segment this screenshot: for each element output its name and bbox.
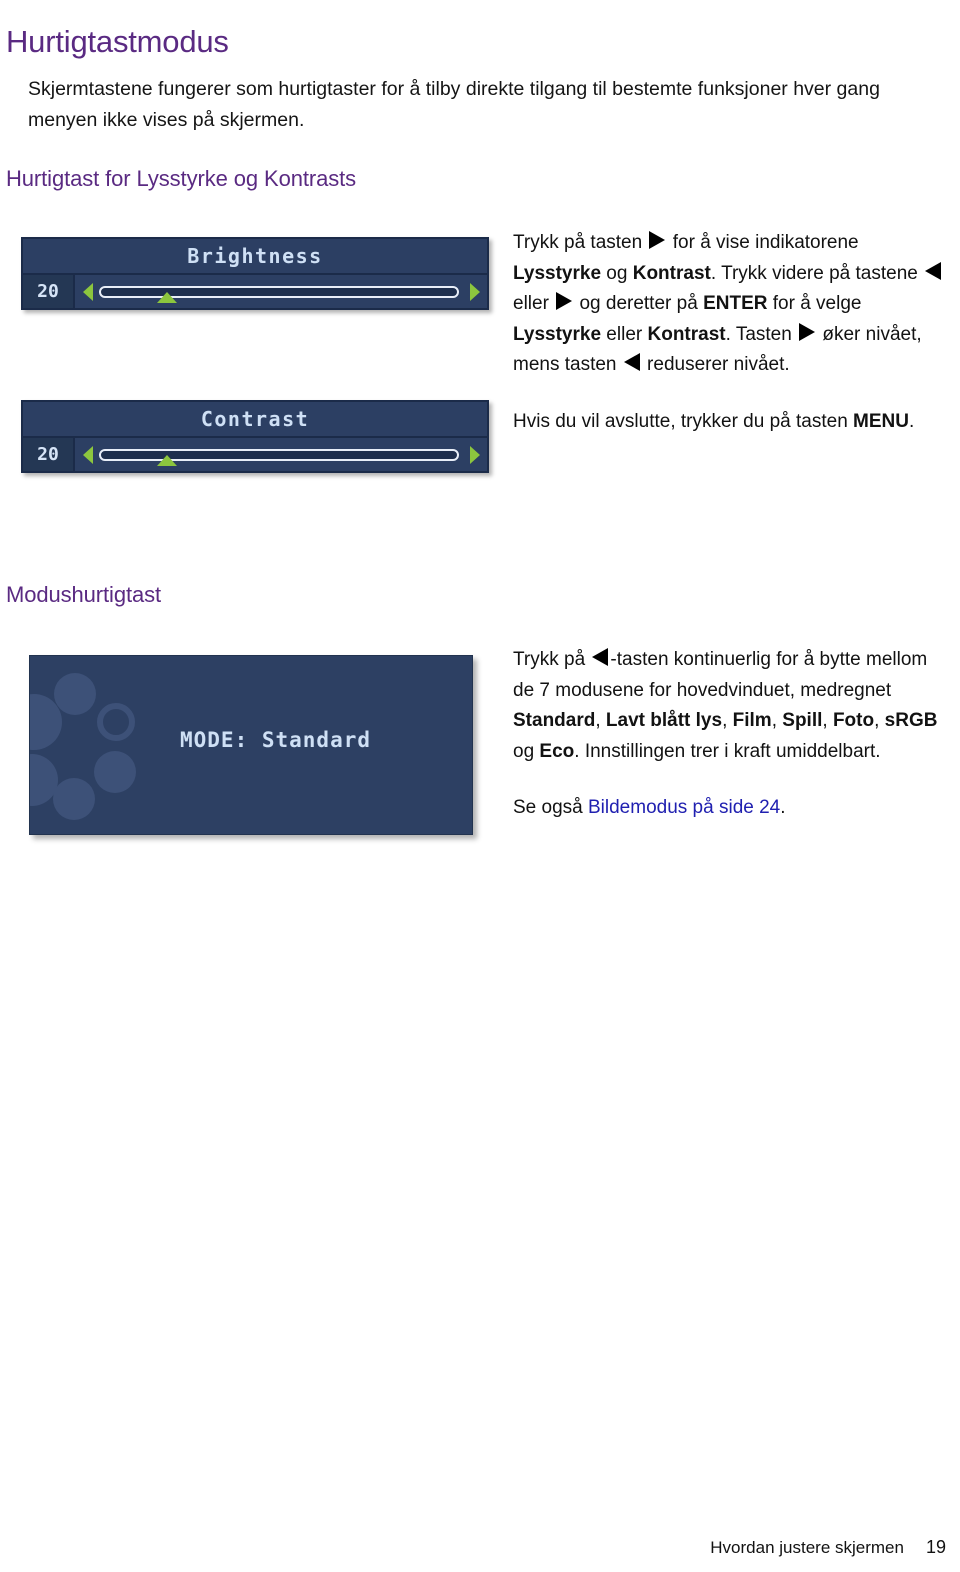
text-run-bold: Eco <box>539 740 575 762</box>
text-run-bold: Lysstyrke <box>513 323 602 345</box>
triangle-right-icon[interactable] <box>470 446 480 464</box>
decorative-circle <box>53 778 95 820</box>
paragraph: Hvis du vil avslutte, trykker du på tast… <box>513 407 945 438</box>
text-run-bold: Standard <box>513 710 596 731</box>
section-heading-mode-hotkey: Modushurtigtast <box>6 582 162 608</box>
text-run: . Tasten <box>725 323 798 345</box>
text-run: for å velge <box>767 293 862 314</box>
footer-chapter-title: Hvordan justere skjermen <box>710 1538 904 1557</box>
osd-panel-contrast: Contrast 20 <box>21 400 489 473</box>
text-run: og <box>513 740 540 762</box>
text-run: , <box>874 710 885 731</box>
text-run: og <box>601 262 633 284</box>
osd-value-row: 20 <box>23 275 487 308</box>
triangle-right-icon <box>799 322 816 341</box>
text-run: . Trykk videre på tastene <box>710 262 924 284</box>
text-run-bold: MENU <box>853 410 909 432</box>
triangle-left-icon <box>925 261 942 280</box>
text-run: . Innstillingen trer i kraft umiddelbart… <box>574 740 881 762</box>
triangle-right-icon <box>556 292 573 310</box>
body-copy-mode-hotkey: Trykk på -tasten kontinuerlig for å bytt… <box>513 645 947 824</box>
osd-panel-mode: MODE: Standard <box>29 655 473 835</box>
text-run-bold: Lavt blått lys <box>605 710 723 731</box>
section-heading-brightness-contrast: Hurtigtast for Lysstyrke og Kontrasts <box>6 166 357 192</box>
text-run: eller <box>601 323 648 345</box>
osd-slider-track-contrast[interactable] <box>99 449 459 461</box>
decorative-circle-outline <box>97 703 135 741</box>
osd-title-contrast: Contrast <box>200 407 310 431</box>
text-run: for å vise indikatorene <box>667 232 859 253</box>
osd-value-contrast: 20 <box>23 438 75 471</box>
text-run-bold: Kontrast <box>647 323 726 345</box>
osd-slider-track-brightness[interactable] <box>99 286 459 298</box>
paragraph: Trykk på tasten for å vise indikatorene … <box>513 228 945 381</box>
triangle-right-icon[interactable] <box>470 283 480 301</box>
text-run-bold: Lysstyrke <box>513 262 602 284</box>
text-run: og deretter på <box>574 293 704 314</box>
triangle-left-icon <box>623 353 640 371</box>
osd-panel-brightness: Brightness 20 <box>21 237 489 310</box>
text-run: . <box>909 410 915 432</box>
text-run: reduserer nivået. <box>641 354 790 375</box>
text-run-bold: Film <box>732 710 772 731</box>
cross-reference-link[interactable]: Bildemodus på side 24 <box>588 797 780 818</box>
triangle-left-icon[interactable] <box>83 446 93 464</box>
text-run: , <box>771 710 783 731</box>
footer-page-number: 19 <box>925 1537 946 1557</box>
osd-title-brightness: Brightness <box>187 244 323 268</box>
document-page: Hurtigtastmodus Skjermtastene fungerer s… <box>0 0 960 1572</box>
page-title: Hurtigtastmodus <box>6 23 229 59</box>
decorative-circle <box>54 673 96 715</box>
paragraph: Se også Bildemodus på side 24. <box>513 793 947 824</box>
text-run: . <box>780 797 786 818</box>
text-run: , <box>822 710 833 731</box>
osd-mode-label: MODE: Standard <box>180 728 372 752</box>
text-run: Trykk på tasten <box>513 232 648 253</box>
triangle-right-icon <box>649 231 666 249</box>
text-run: Trykk på <box>513 649 591 670</box>
triangle-left-icon <box>592 648 609 666</box>
body-copy-brightness-contrast: Trykk på tasten for å vise indikatorene … <box>513 228 945 437</box>
paragraph: Trykk på -tasten kontinuerlig for å bytt… <box>513 645 947 767</box>
osd-title-row: Brightness <box>23 239 487 275</box>
osd-title-row: Contrast <box>23 402 487 438</box>
text-run-bold: ENTER <box>703 293 768 314</box>
text-run-bold: Spill <box>782 710 823 731</box>
triangle-left-icon[interactable] <box>83 283 93 301</box>
decorative-circle <box>94 751 136 793</box>
text-run-bold: sRGB <box>884 710 938 731</box>
osd-value-brightness: 20 <box>23 275 75 308</box>
text-run: Hvis du vil avslutte, trykker du på tast… <box>513 410 854 432</box>
triangle-up-icon[interactable] <box>157 292 177 303</box>
triangle-up-icon[interactable] <box>157 455 177 466</box>
text-run: , <box>595 710 606 731</box>
text-run: Se også <box>513 797 588 818</box>
text-run-bold: Foto <box>832 710 875 731</box>
intro-paragraph: Skjermtastene fungerer som hurtigtaster … <box>28 77 880 131</box>
text-run: eller <box>513 293 555 314</box>
page-footer: Hvordan justere skjermen 19 <box>710 1537 946 1558</box>
text-run-bold: Kontrast <box>632 262 711 284</box>
text-run: , <box>722 710 733 731</box>
osd-value-row: 20 <box>23 438 487 471</box>
